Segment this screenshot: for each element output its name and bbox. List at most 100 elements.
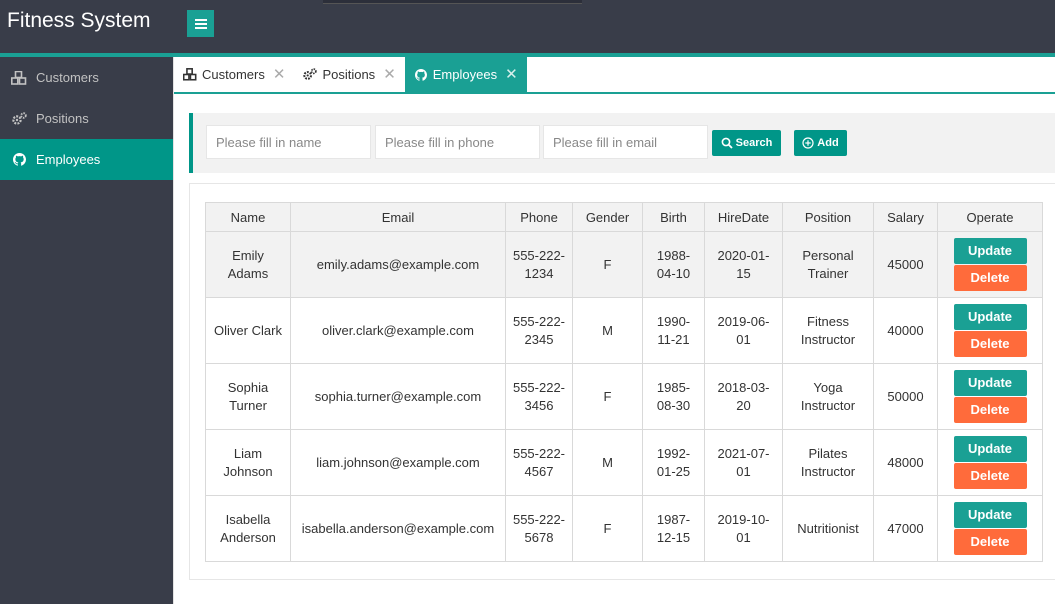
delete-button[interactable]: Delete bbox=[953, 463, 1027, 489]
cell-hiredate: 2020-01-15 bbox=[704, 231, 783, 298]
cubes-icon bbox=[11, 70, 27, 86]
cell-email: isabella.anderson@example.com bbox=[290, 495, 506, 562]
hamburger-icon bbox=[194, 18, 207, 29]
cell-position: Yoga Instructor bbox=[782, 363, 874, 430]
cell-phone: 555-222-5678 bbox=[505, 495, 573, 562]
sidebar-item-label: Employees bbox=[36, 152, 101, 167]
cell-name: Liam Johnson bbox=[205, 429, 291, 496]
add-button[interactable]: Add bbox=[794, 130, 847, 156]
cell-name: Isabella Anderson bbox=[205, 495, 291, 562]
cell-gender: M bbox=[572, 297, 643, 364]
sidebar-item-label: Customers bbox=[36, 70, 99, 85]
close-icon[interactable]: ✕ bbox=[505, 67, 518, 82]
sidebar-item-employees[interactable]: Employees bbox=[0, 139, 173, 180]
tab-positions[interactable]: Positions ✕ bbox=[294, 57, 404, 92]
sidebar-item-positions[interactable]: Positions bbox=[0, 98, 173, 139]
cell-gender: F bbox=[572, 231, 643, 298]
column-header-birth[interactable]: Birth bbox=[642, 202, 705, 232]
cell-hiredate: 2021-07-01 bbox=[704, 429, 783, 496]
cell-hiredate: 2018-03-20 bbox=[704, 363, 783, 430]
delete-button[interactable]: Delete bbox=[953, 529, 1027, 555]
tab-employees[interactable]: Employees ✕ bbox=[404, 57, 527, 92]
gears-icon bbox=[303, 68, 318, 82]
update-button[interactable]: Update bbox=[953, 370, 1027, 396]
cell-position: Pilates Instructor bbox=[782, 429, 874, 496]
column-header-hiredate[interactable]: HireDate bbox=[704, 202, 783, 232]
cell-operate: Update Delete bbox=[937, 495, 1043, 562]
column-header-name[interactable]: Name bbox=[205, 202, 291, 232]
cell-gender: M bbox=[572, 429, 643, 496]
search-button-label: Search bbox=[735, 137, 773, 149]
cell-phone: 555-222-4567 bbox=[505, 429, 573, 496]
add-button-label: Add bbox=[817, 137, 839, 149]
search-bar: Search Add bbox=[189, 113, 1055, 173]
cell-birth: 1990-11-21 bbox=[642, 297, 705, 364]
add-circle-icon bbox=[802, 137, 814, 149]
tab-customers[interactable]: Customers ✕ bbox=[174, 57, 294, 92]
column-header-position[interactable]: Position bbox=[782, 202, 874, 232]
delete-button[interactable]: Delete bbox=[953, 265, 1027, 291]
sidebar-item-label: Positions bbox=[36, 111, 89, 126]
email-input[interactable] bbox=[543, 125, 708, 159]
column-header-phone[interactable]: Phone bbox=[505, 202, 573, 232]
table-row[interactable]: Liam Johnson liam.johnson@example.com 55… bbox=[205, 429, 1043, 496]
cell-birth: 1992-01-25 bbox=[642, 429, 705, 496]
update-button[interactable]: Update bbox=[953, 238, 1027, 264]
cell-phone: 555-222-2345 bbox=[505, 297, 573, 364]
cell-operate: Update Delete bbox=[937, 231, 1043, 298]
cell-position: Personal Trainer bbox=[782, 231, 874, 298]
update-button[interactable]: Update bbox=[953, 436, 1027, 462]
table-row[interactable]: Oliver Clark oliver.clark@example.com 55… bbox=[205, 297, 1043, 364]
column-header-salary[interactable]: Salary bbox=[873, 202, 938, 232]
employees-table: Name Email Phone Gender Birth HireDate P… bbox=[205, 202, 1043, 562]
table-container: Name Email Phone Gender Birth HireDate P… bbox=[189, 183, 1055, 580]
table-row[interactable]: Isabella Anderson isabella.anderson@exam… bbox=[205, 495, 1043, 562]
tab-label: Employees bbox=[432, 67, 498, 82]
cell-operate: Update Delete bbox=[937, 429, 1043, 496]
cell-email: emily.adams@example.com bbox=[290, 231, 506, 298]
menu-toggle-button[interactable] bbox=[187, 10, 214, 37]
github-icon bbox=[414, 68, 428, 82]
cell-email: liam.johnson@example.com bbox=[290, 429, 506, 496]
github-icon bbox=[11, 152, 27, 168]
app-header: Fitness System bbox=[0, 0, 1055, 53]
cell-name: Sophia Turner bbox=[205, 363, 291, 430]
cell-operate: Update Delete bbox=[937, 363, 1043, 430]
update-button[interactable]: Update bbox=[953, 502, 1027, 528]
top-dropdown-strip bbox=[323, 0, 582, 4]
cell-gender: F bbox=[572, 495, 643, 562]
tab-label: Positions bbox=[322, 67, 376, 82]
cell-salary: 50000 bbox=[873, 363, 938, 430]
table-header-row: Name Email Phone Gender Birth HireDate P… bbox=[205, 202, 1043, 232]
cell-email: sophia.turner@example.com bbox=[290, 363, 506, 430]
cell-birth: 1988-04-10 bbox=[642, 231, 705, 298]
sidebar: Customers Positions Employees bbox=[0, 57, 173, 604]
app-title: Fitness System bbox=[7, 9, 151, 32]
cell-email: oliver.clark@example.com bbox=[290, 297, 506, 364]
cell-name: Emily Adams bbox=[205, 231, 291, 298]
name-input[interactable] bbox=[206, 125, 371, 159]
search-button[interactable]: Search bbox=[712, 130, 781, 156]
close-icon[interactable]: ✕ bbox=[273, 67, 286, 82]
table-row[interactable]: Sophia Turner sophia.turner@example.com … bbox=[205, 363, 1043, 430]
phone-input[interactable] bbox=[375, 125, 540, 159]
close-icon[interactable]: ✕ bbox=[383, 67, 396, 82]
delete-button[interactable]: Delete bbox=[953, 397, 1027, 423]
cell-salary: 45000 bbox=[873, 231, 938, 298]
column-header-operate: Operate bbox=[937, 202, 1043, 232]
cell-phone: 555-222-3456 bbox=[505, 363, 573, 430]
cell-operate: Update Delete bbox=[937, 297, 1043, 364]
cell-birth: 1987-12-15 bbox=[642, 495, 705, 562]
cell-salary: 47000 bbox=[873, 495, 938, 562]
table-row[interactable]: Emily Adams emily.adams@example.com 555-… bbox=[205, 231, 1043, 298]
delete-button[interactable]: Delete bbox=[953, 331, 1027, 357]
column-header-gender[interactable]: Gender bbox=[572, 202, 643, 232]
cell-name: Oliver Clark bbox=[205, 297, 291, 364]
tab-bar: Customers ✕ Positions ✕ Employees ✕ bbox=[174, 57, 1055, 94]
cell-hiredate: 2019-06-01 bbox=[704, 297, 783, 364]
update-button[interactable]: Update bbox=[953, 304, 1027, 330]
column-header-email[interactable]: Email bbox=[290, 202, 506, 232]
sidebar-item-customers[interactable]: Customers bbox=[0, 57, 173, 98]
cell-salary: 48000 bbox=[873, 429, 938, 496]
search-icon bbox=[721, 137, 733, 149]
